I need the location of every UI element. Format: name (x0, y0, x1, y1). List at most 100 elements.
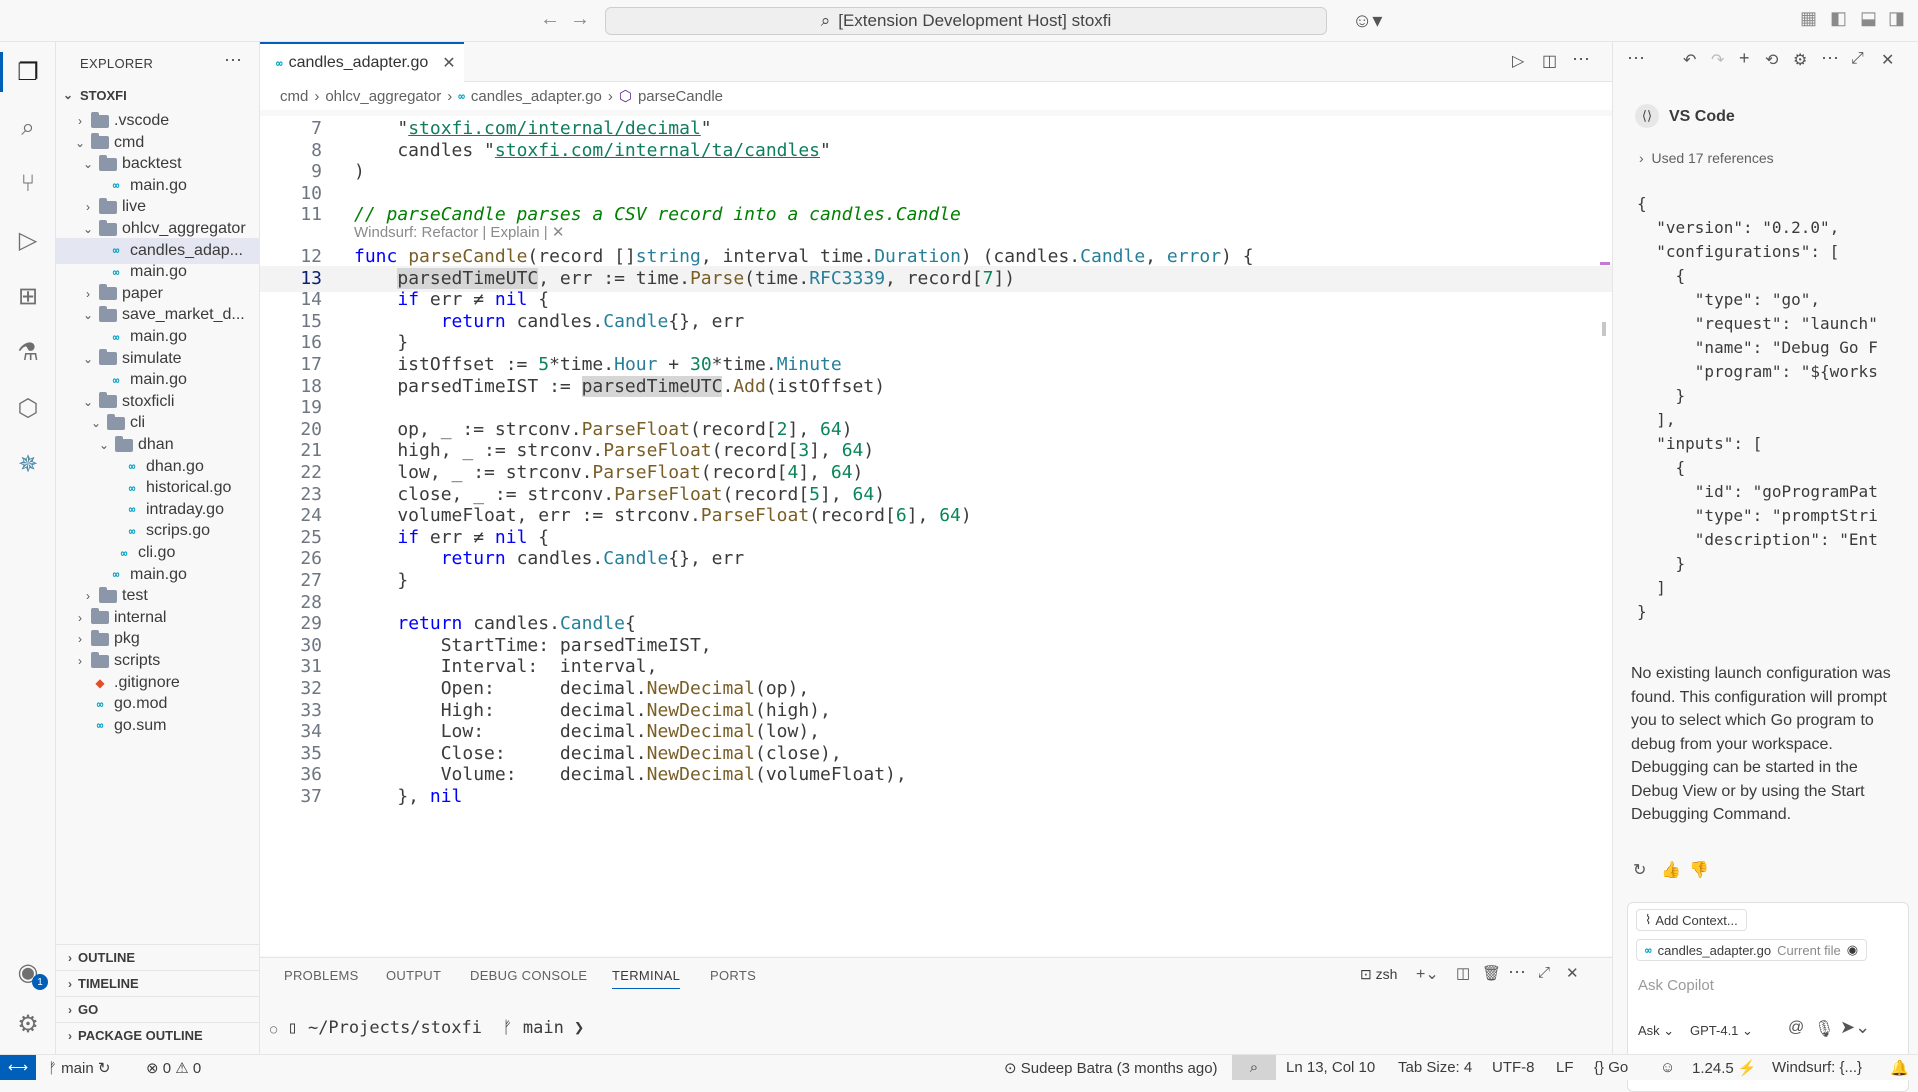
go-file-icon: ∞ (96, 697, 104, 711)
toggle-secondary-sidebar-icon[interactable]: ◨ (1888, 8, 1905, 29)
close-icon[interactable]: ✕ (1881, 50, 1894, 70)
explorer-icon[interactable]: ❐ (0, 52, 48, 92)
mention-icon[interactable]: @ (1788, 1019, 1804, 1037)
tab-terminal[interactable]: TERMINAL (612, 968, 681, 989)
more-actions-icon[interactable]: ⋯ (1627, 48, 1645, 69)
maximize-panel-icon[interactable]: ⤢ (1538, 964, 1550, 981)
windsurf-codelens[interactable]: Windsurf: Refactor | Explain | ✕ (354, 223, 564, 241)
terminal-shell-label[interactable]: ⊡ zsh (1360, 966, 1397, 983)
code-line[interactable]: 37 }, nil (260, 784, 1612, 810)
explorer-title: EXPLORER (80, 56, 154, 71)
thumbs-down-icon[interactable]: 👎 (1689, 860, 1709, 880)
model-picker[interactable]: GPT-4.1 ⌄ (1690, 1023, 1753, 1039)
chevron-right-icon: › (78, 114, 82, 128)
notifications-bell-icon[interactable]: 🔔 (1890, 1059, 1909, 1077)
forward-arrow-icon[interactable]: → (570, 8, 590, 31)
new-terminal-icon[interactable]: +⌄ (1416, 964, 1439, 984)
tree-item-label: stoxficli (122, 392, 175, 410)
breadcrumb-ohlcv-aggregator[interactable]: ohlcv_aggregator (325, 88, 441, 105)
problems-indicator[interactable]: ⊗ 0 ⚠ 0 (146, 1059, 201, 1077)
trash-icon[interactable]: 🗑 (1482, 964, 1501, 982)
history-icon[interactable]: ⟲ (1765, 50, 1778, 70)
retry-icon[interactable]: ↻ (1633, 860, 1646, 880)
editor-scrollbar[interactable] (1602, 322, 1606, 336)
tree-item-label: go.sum (114, 716, 167, 734)
windsurf-status[interactable]: Windsurf: {...} (1772, 1059, 1862, 1076)
maximize-icon[interactable]: ⤢ (1851, 50, 1864, 68)
undo-icon[interactable]: ↶ (1683, 50, 1696, 70)
tree-item-label: live (122, 198, 147, 216)
copilot-icon[interactable]: ☺▾ (1352, 8, 1382, 33)
tab-problems[interactable]: PROBLEMS (284, 968, 359, 983)
copilot-status-icon[interactable]: ☺ (1660, 1059, 1675, 1076)
close-icon[interactable]: ✕ (442, 53, 455, 73)
command-center[interactable]: ⌕ [Extension Development Host] stoxfi (605, 7, 1327, 35)
tree-item-label: paper (122, 284, 163, 302)
back-arrow-icon[interactable]: ← (540, 8, 560, 31)
run-icon[interactable]: ▷ (1512, 51, 1524, 71)
chat-input[interactable]: Ask Copilot (1638, 977, 1714, 994)
remote-indicator[interactable]: ⟷ (0, 1055, 36, 1080)
testing-icon[interactable]: ⚗ (8, 332, 48, 372)
tab-ports[interactable]: PORTS (710, 968, 756, 983)
git-blame[interactable]: ⊙ Sudeep Batra (3 months ago) (1004, 1059, 1218, 1077)
chevron-right-icon: › (86, 200, 90, 215)
language-mode[interactable]: {} Go (1594, 1059, 1628, 1076)
tab-output[interactable]: OUTPUT (386, 968, 441, 983)
tab-candles-adapter[interactable]: ∞ candles_adapter.go ✕ (260, 42, 464, 82)
explorer-sidebar: EXPLORER ⋯ ⌄ STOXFI › .vscode ⌄ cmd ⌄ backtes… (56, 42, 260, 1054)
run-debug-icon[interactable]: ▷ (8, 220, 48, 260)
microphone-icon[interactable]: 🎙 (1814, 1019, 1834, 1039)
settings-gear-icon[interactable]: ⚙ (1793, 50, 1807, 70)
accounts-icon[interactable]: ◉ 1 (8, 952, 48, 992)
split-terminal-icon[interactable]: ◫ (1456, 964, 1470, 982)
new-chat-icon[interactable]: + (1739, 48, 1750, 69)
tree-file[interactable]: ∞ go.sum (56, 713, 260, 739)
breadcrumb-file[interactable]: candles_adapter.go (471, 88, 602, 105)
tab-size[interactable]: Tab Size: 4 (1398, 1059, 1472, 1076)
kubernetes-icon[interactable]: ✵ (8, 444, 48, 484)
more-actions-icon[interactable]: ⋯ (224, 50, 242, 71)
containers-icon[interactable]: ⬡ (8, 388, 48, 428)
toggle-sidebar-icon[interactable]: ◧ (1830, 8, 1847, 29)
tab-debug-console[interactable]: DEBUG CONSOLE (470, 968, 587, 983)
more-actions-icon[interactable]: ⋯ (1572, 49, 1590, 70)
circle-icon: ○ (270, 1022, 278, 1036)
tree-item-label: historical.go (146, 479, 232, 497)
send-icon[interactable]: ➤⌄ (1840, 1017, 1870, 1038)
encoding[interactable]: UTF-8 (1492, 1059, 1535, 1076)
breadcrumb-symbol[interactable]: parseCandle (638, 88, 723, 105)
go-file-icon: ∞ (276, 56, 283, 70)
toggle-panel-icon[interactable]: ⬓ (1860, 8, 1877, 29)
eol[interactable]: LF (1556, 1059, 1574, 1076)
tree-item-label: dhan (138, 436, 174, 453)
zoom-indicator[interactable]: ⌕ (1232, 1055, 1276, 1080)
search-icon: ⌕ (820, 11, 831, 30)
go-version[interactable]: 1.24.5 ⚡ (1692, 1059, 1757, 1077)
close-panel-icon[interactable]: ✕ (1566, 964, 1579, 982)
outline-section[interactable]: › OUTLINE (56, 944, 260, 970)
split-editor-icon[interactable]: ◫ (1542, 51, 1557, 71)
context-file-chip[interactable]: ∞ candles_adapter.go Current file ◉ (1636, 939, 1868, 961)
source-control-icon[interactable]: ⑂ (8, 164, 48, 204)
go-section[interactable]: › GO (56, 996, 260, 1022)
timeline-section[interactable]: › TIMELINE (56, 970, 260, 996)
more-actions-icon[interactable]: ⋯ (1821, 48, 1839, 69)
layout-controls-icon[interactable]: ▦ (1800, 8, 1817, 29)
cursor-position[interactable]: Ln 13, Col 10 (1286, 1059, 1375, 1076)
mode-picker[interactable]: Ask ⌄ (1638, 1023, 1674, 1039)
code-editor[interactable]: 7 "stoxfi.com/internal/decimal" 8 candles… (260, 116, 1612, 956)
manage-gear-icon[interactable]: ⚙ (8, 1004, 48, 1044)
package-outline-section[interactable]: › PACKAGE OUTLINE (56, 1022, 260, 1048)
breadcrumb-cmd[interactable]: cmd (280, 88, 308, 105)
vscode-avatar: ⟨⟩ (1635, 104, 1659, 128)
thumbs-up-icon[interactable]: 👍 (1661, 860, 1681, 880)
branch-indicator[interactable]: ᚠ main ↻ (48, 1059, 110, 1077)
extensions-icon[interactable]: ⊞ (8, 276, 48, 316)
references-toggle[interactable]: › Used 17 references (1639, 150, 1774, 166)
search-icon[interactable]: ⌕ (8, 108, 48, 148)
workspace-root[interactable]: ⌄ STOXFI (56, 82, 260, 108)
add-context-button[interactable]: ⌇ Add Context... (1636, 909, 1747, 931)
terminal-prompt[interactable]: ○ ▯ ~/Projects/stoxfi ᚠ main ❯ (270, 1018, 584, 1038)
more-actions-icon[interactable]: ⋯ (1508, 962, 1526, 983)
